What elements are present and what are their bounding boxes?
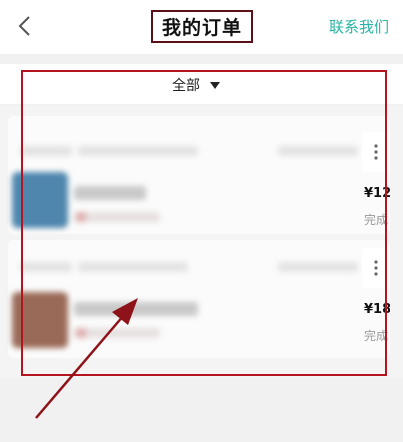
top-bar: 我的订单 联系我们 <box>0 0 403 54</box>
order-status: 完成 <box>364 213 389 227</box>
contact-us-link[interactable]: 联系我们 <box>329 16 389 37</box>
order-card[interactable]: ¥18 完成 <box>8 240 390 358</box>
filter-label: 全部 <box>172 78 200 94</box>
order-price: ¥18 <box>364 302 390 317</box>
order-list: ¥12 完成 ¥18 完成 <box>0 106 403 378</box>
more-vertical-icon <box>374 144 378 160</box>
order-status: 完成 <box>364 329 389 343</box>
filter-bar: 全部 <box>0 64 403 104</box>
status-filter-dropdown[interactable]: 全部 <box>172 75 220 95</box>
order-price: ¥12 <box>364 186 390 201</box>
caret-down-icon <box>210 81 220 89</box>
more-options-button[interactable] <box>362 248 390 288</box>
more-vertical-icon <box>374 260 378 276</box>
back-button[interactable] <box>12 12 36 40</box>
order-card[interactable]: ¥12 完成 <box>8 116 390 234</box>
page-title: 我的订单 <box>151 10 253 43</box>
more-options-button[interactable] <box>362 132 390 172</box>
chevron-left-icon <box>18 16 30 36</box>
